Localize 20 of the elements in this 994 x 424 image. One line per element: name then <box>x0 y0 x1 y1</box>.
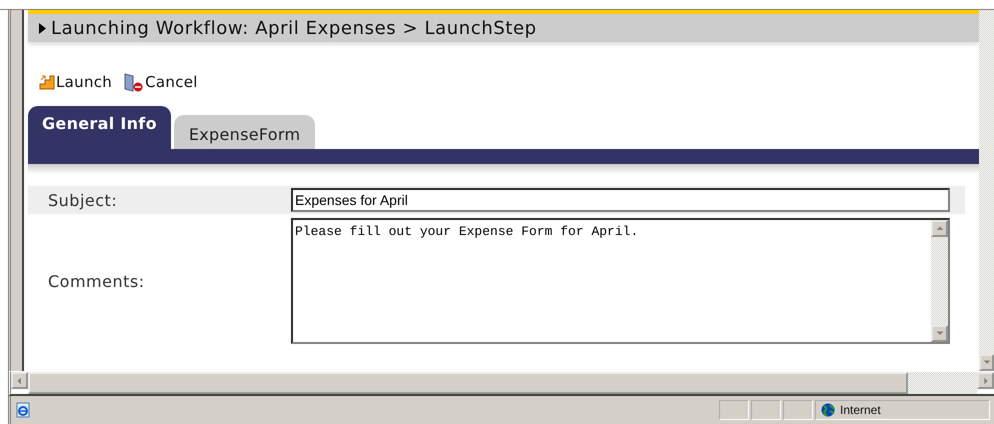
status-pane <box>783 400 813 420</box>
triangle-icon <box>39 22 46 34</box>
door-cancel-icon <box>122 72 144 92</box>
status-pane <box>719 400 749 420</box>
stairs-icon <box>39 74 55 90</box>
field-label: Subject: <box>47 190 118 210</box>
cancel-button[interactable]: Cancel <box>122 72 198 92</box>
tab[interactable]: General Info <box>28 106 171 149</box>
textarea-scrollbar[interactable] <box>931 220 948 342</box>
horizontal-scrollbar[interactable] <box>8 371 994 396</box>
status-pane <box>751 400 781 420</box>
launch-button[interactable]: Launch <box>39 73 112 91</box>
page-title: Launching Workflow: April Expenses > LaunchStep <box>51 18 537 38</box>
page-e-icon <box>15 402 31 418</box>
vertical-scrollbar[interactable] <box>979 10 994 371</box>
globe-icon <box>821 403 835 417</box>
field-label: Comments: <box>47 272 146 290</box>
tab[interactable]: ExpenseForm <box>174 115 316 149</box>
subject-field[interactable]: Expenses for April <box>291 188 950 212</box>
zone-label: Internet <box>840 403 881 417</box>
